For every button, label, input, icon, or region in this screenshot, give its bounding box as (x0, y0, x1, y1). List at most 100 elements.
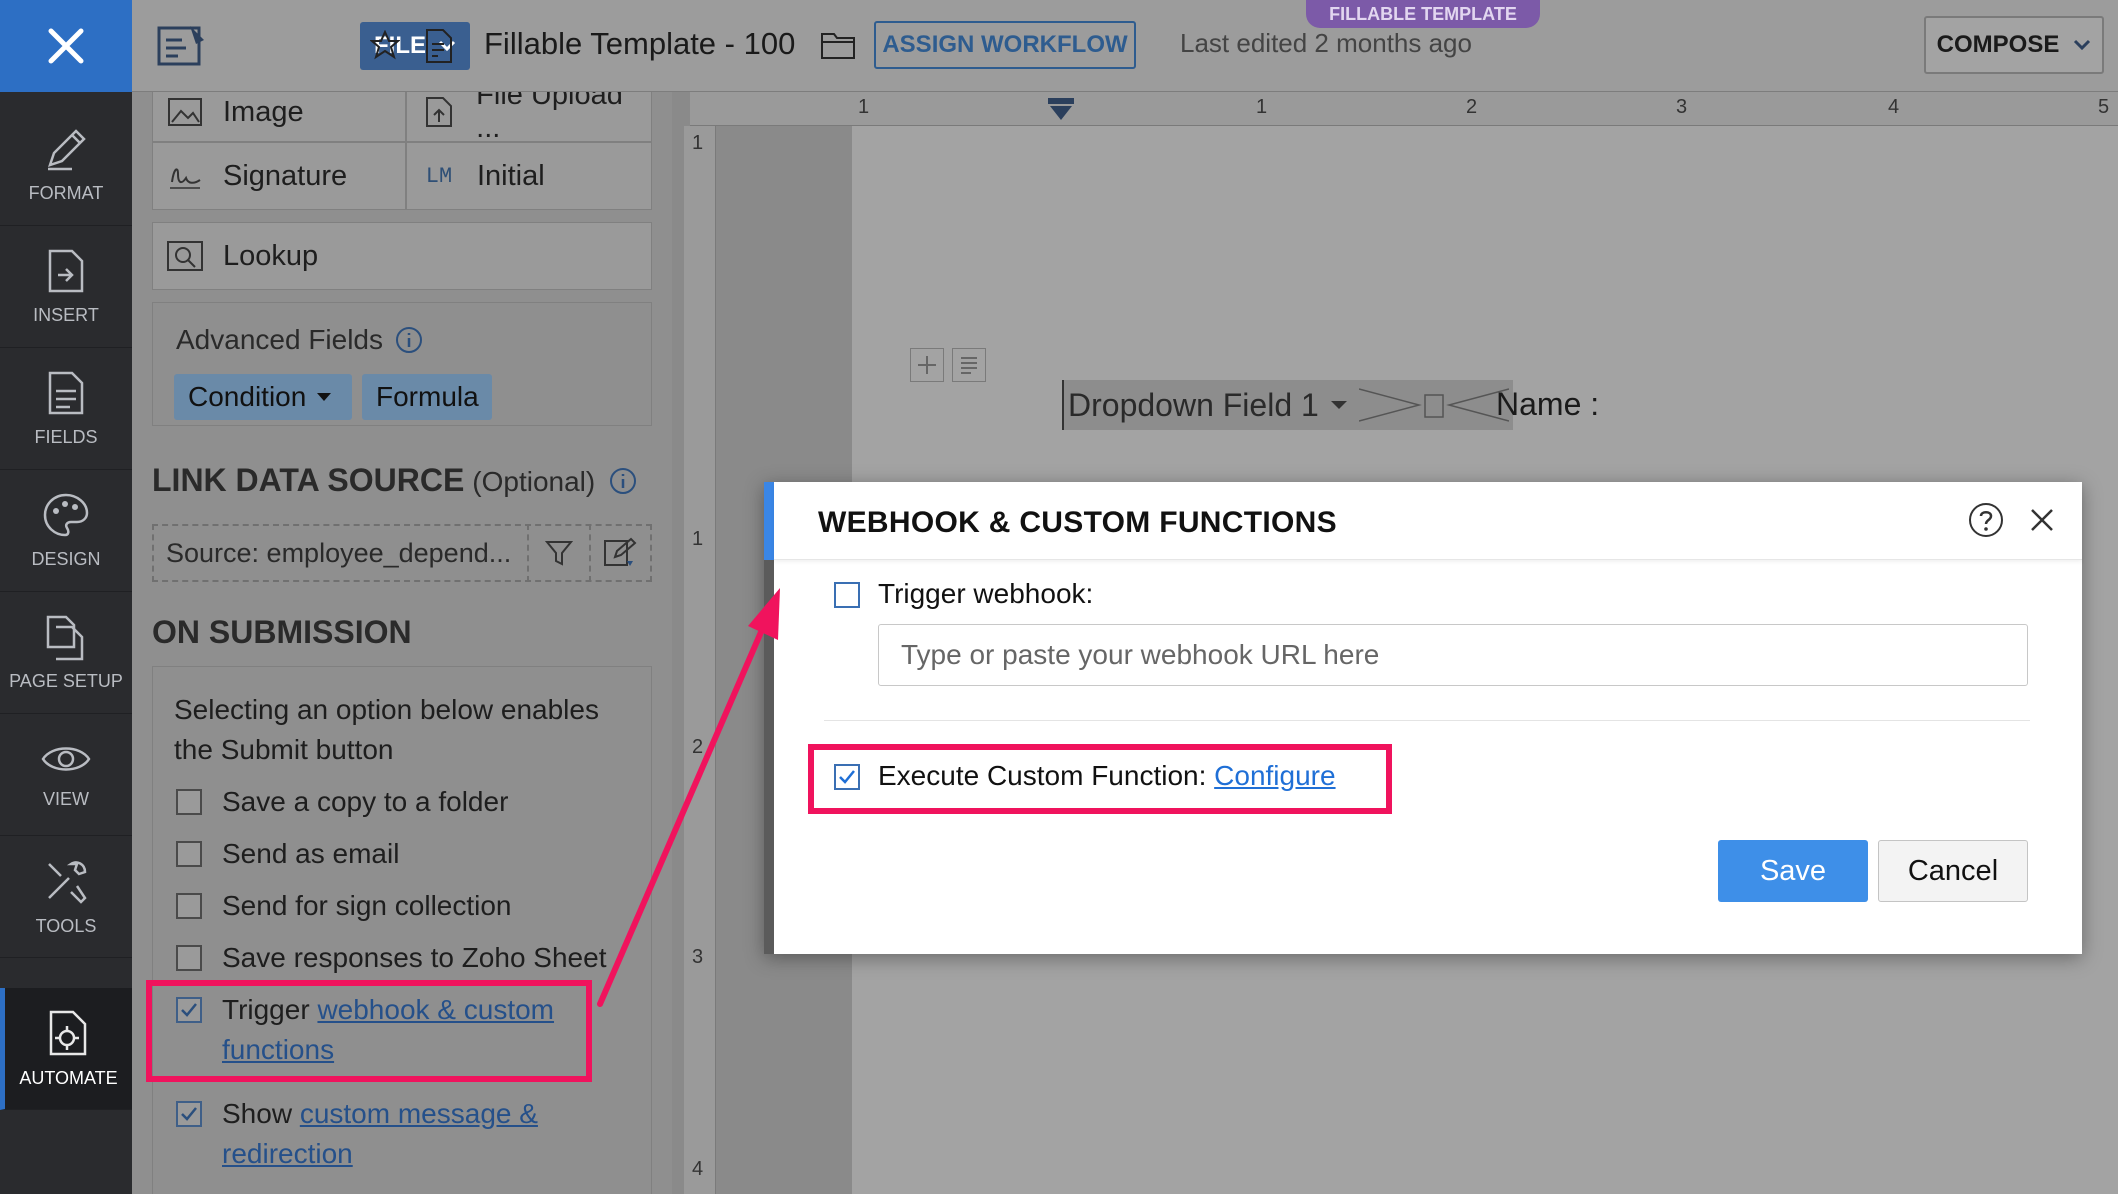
top-bar: FILE Fillable Template - 100 ASSIGN WORK… (132, 0, 2118, 92)
dialog-header: WEBHOOK & CUSTOM FUNCTIONS (774, 482, 2082, 560)
vertical-ruler[interactable]: 1 1 2 3 4 (684, 126, 716, 1194)
link-data-source-heading: LINK DATA SOURCE (Optional) (152, 462, 637, 499)
rail-label-format: FORMAT (28, 183, 104, 203)
option-save-copy[interactable]: Save a copy to a folder (176, 782, 508, 822)
ruler-h-label: 5 (2098, 96, 2110, 118)
dialog-title: WEBHOOK & CUSTOM FUNCTIONS (818, 506, 1337, 539)
insert-icon (48, 249, 84, 293)
chevron-down-icon (2074, 39, 2091, 51)
rail-item-format[interactable]: FORMAT (0, 104, 132, 226)
rail-label-design: DESIGN (31, 549, 101, 569)
option-show-custom-message[interactable]: Show custom message & redirection (176, 1094, 622, 1174)
plus-icon (918, 356, 936, 374)
trigger-webhook-label: Trigger webhook: (878, 578, 1094, 609)
rail-item-insert[interactable]: INSERT (0, 226, 132, 348)
field-initial-label: Initial (477, 159, 545, 192)
ruler-v-label: 4 (692, 1158, 704, 1180)
ruler-v-label: 2 (692, 736, 704, 758)
close-editor-button[interactable] (0, 0, 132, 92)
field-signature[interactable]: Signature (152, 142, 406, 210)
divider (824, 720, 2030, 721)
checkbox[interactable] (176, 893, 202, 919)
dropdown-field[interactable]: Dropdown Field 1 (1062, 380, 1513, 430)
help-icon[interactable] (1968, 502, 2004, 543)
advanced-fields-title: Advanced Fields (176, 324, 423, 356)
advanced-fields-label: Advanced Fields (176, 324, 384, 355)
field-file-upload[interactable]: File Upload ... (406, 92, 652, 144)
ruler-v-label: 1 (692, 132, 704, 154)
info-icon[interactable] (395, 326, 423, 354)
ruler-v-label: 1 (692, 528, 704, 550)
webhook-url-input[interactable] (878, 624, 2028, 686)
checkbox[interactable] (176, 789, 202, 815)
option-send-email[interactable]: Send as email (176, 834, 399, 874)
paragraph-button[interactable] (952, 348, 986, 382)
ruler-marker-icon[interactable] (1046, 96, 1076, 122)
rail-item-design[interactable]: DESIGN (0, 470, 132, 592)
pen-icon (48, 129, 86, 171)
rail-label-page-setup: PAGE SETUP (9, 671, 123, 691)
field-signature-label: Signature (223, 159, 348, 192)
compose-button[interactable]: COMPOSE (1924, 16, 2104, 74)
name-label: Name : (1496, 386, 1600, 422)
edit-source-button[interactable] (591, 537, 650, 569)
option-save-zoho-sheet[interactable]: Save responses to Zoho Sheet (176, 938, 606, 978)
fillable-template-badge: FILLABLE TEMPLATE (1306, 0, 1540, 28)
field-connector-icon (1358, 388, 1509, 422)
option-label: Save a copy to a folder (222, 786, 509, 817)
caret-down-icon (1330, 401, 1347, 409)
field-initial[interactable]: LM Initial (406, 142, 652, 210)
favorite-star-icon[interactable] (369, 29, 401, 65)
file-upload-icon (421, 96, 456, 128)
filter-button[interactable] (529, 538, 588, 568)
ruler-h-label: 4 (1888, 96, 1900, 118)
rail-item-automate[interactable]: AUTOMATE (0, 988, 132, 1110)
document-info-icon[interactable] (424, 28, 454, 69)
image-icon (167, 96, 203, 128)
ruler-h-label: 1 (1256, 96, 1268, 118)
page-setup-icon (46, 615, 84, 661)
rail-label-fields: FIELDS (34, 427, 98, 447)
last-edited-text: Last edited 2 months ago (1180, 28, 1472, 58)
rail-item-view[interactable]: VIEW (0, 714, 132, 836)
assign-workflow-button[interactable]: ASSIGN WORKFLOW (874, 21, 1136, 69)
close-icon[interactable] (2028, 506, 2056, 539)
palette-icon (43, 493, 89, 537)
edit-icon (604, 537, 637, 566)
add-block-button[interactable] (910, 348, 944, 382)
rail-item-page-setup[interactable]: PAGE SETUP (0, 592, 132, 714)
formula-chip[interactable]: Formula (362, 374, 492, 420)
webhook-custom-functions-dialog: WEBHOOK & CUSTOM FUNCTIONS Trigger webho… (764, 482, 2082, 954)
close-icon (48, 28, 84, 64)
folder-icon[interactable] (820, 30, 856, 65)
option-send-sign[interactable]: Send for sign collection (176, 886, 512, 926)
form-editor-icon[interactable] (156, 22, 208, 73)
document-title[interactable]: Fillable Template - 100 (484, 26, 795, 62)
field-lookup[interactable]: Lookup (152, 222, 652, 290)
field-file-upload-label: File Upload ... (476, 92, 623, 144)
formula-label: Formula (376, 381, 479, 412)
checkbox-checked[interactable] (176, 1101, 202, 1127)
field-image[interactable]: Image (152, 92, 406, 142)
block-tools (910, 348, 986, 382)
rail-item-fields[interactable]: FIELDS (0, 348, 132, 470)
show-option-text: Show custom message & redirection (222, 1094, 622, 1174)
trigger-webhook-checkbox[interactable] (834, 582, 860, 608)
save-button[interactable]: Save (1718, 840, 1868, 902)
checkbox[interactable] (176, 945, 202, 971)
info-icon[interactable] (609, 467, 637, 495)
checkbox[interactable] (176, 841, 202, 867)
automate-icon (49, 1010, 86, 1056)
cancel-button[interactable]: Cancel (1878, 840, 2028, 902)
data-source-box[interactable]: Source: employee_depend... (152, 524, 652, 582)
on-submission-intro: Selecting an option below enables the Su… (174, 694, 599, 765)
rail-label-insert: INSERT (33, 305, 99, 325)
horizontal-ruler[interactable]: 1 1 2 3 4 5 (690, 92, 2118, 126)
rail-label-tools: TOOLS (35, 916, 97, 936)
ruler-h-label: 1 (858, 96, 870, 118)
initial-icon: LM (425, 163, 453, 189)
rail-label-view: VIEW (42, 789, 89, 809)
condition-chip[interactable]: Condition (174, 374, 352, 420)
left-rail: FORMAT INSERT FIELDS DESIGN PAGE SETUP V… (0, 0, 132, 1194)
rail-item-tools[interactable]: TOOLS (0, 836, 132, 958)
